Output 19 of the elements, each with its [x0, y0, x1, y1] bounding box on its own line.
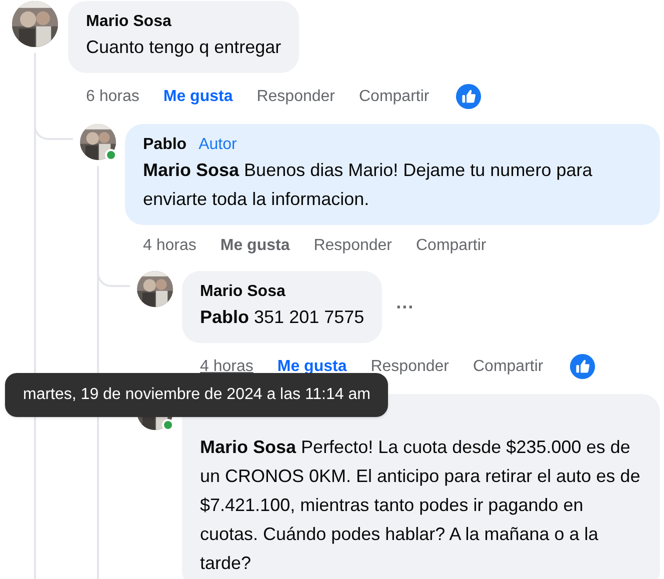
more-options-button[interactable]: ···: [396, 298, 414, 316]
timestamp-link[interactable]: 6 horas: [86, 86, 140, 108]
timestamp-tooltip: martes, 19 de noviembre de 2024 a las 11:14 am: [5, 373, 388, 417]
share-button[interactable]: Compartir: [359, 86, 430, 108]
comment-text: Mario Sosa Buenos dias Mario! Dejame tu numero para enviarte toda la informacion.: [143, 159, 594, 211]
author-name[interactable]: Mario Sosa: [86, 11, 172, 33]
author-name[interactable]: Pablo: [143, 134, 187, 156]
author-name[interactable]: Mario Sosa: [200, 281, 286, 303]
comment-text: Mario Sosa Perfecto! La cuota desde $235.000 es de un CRONOS 0KM. El anticipo para retirar el auto es de $7.421.100, mientras tanto podes ir pagando en cuotas. Cuándo podes hablar? A la mañana o a la tarde?: [200, 436, 642, 575]
comment-text: Pablo 351 201 7575: [200, 306, 364, 329]
reply-button[interactable]: Responder: [256, 86, 335, 108]
reply-button[interactable]: Responder: [314, 235, 392, 257]
comment-text: Cuanto tengo q entregar: [86, 36, 282, 59]
timestamp-link[interactable]: 4 horas: [143, 235, 196, 257]
share-button[interactable]: Compartir: [473, 356, 544, 378]
share-button[interactable]: Compartir: [416, 235, 486, 257]
author-label: Autor: [198, 135, 237, 155]
like-button[interactable]: Me gusta: [220, 235, 290, 257]
like-button[interactable]: Me gusta: [163, 86, 233, 108]
